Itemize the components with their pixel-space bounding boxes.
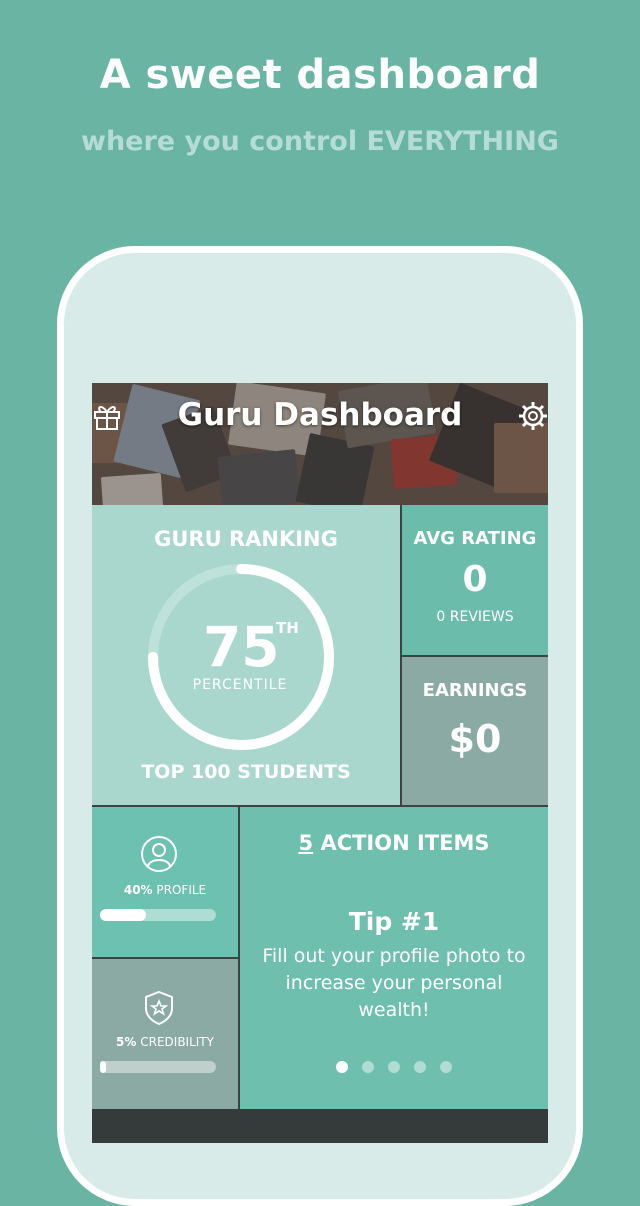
profile-progress-fill <box>100 909 147 921</box>
page-dot[interactable] <box>440 1061 452 1073</box>
action-items-tile[interactable]: 5 ACTION ITEMS Tip #1 Fill out your prof… <box>240 807 548 1109</box>
app-screen: Guru Dashboard GURU RANKING 75 TH PERCEN… <box>92 383 548 1143</box>
credibility-progress-fill <box>100 1061 106 1073</box>
profile-tile[interactable]: 40% PROFILE <box>92 807 240 959</box>
page-dot[interactable] <box>336 1061 348 1073</box>
credibility-label: 5% CREDIBILITY <box>92 1035 238 1049</box>
ranking-value: 75 <box>203 615 280 679</box>
page-dot[interactable] <box>388 1061 400 1073</box>
person-icon <box>141 836 177 872</box>
tip-title: Tip #1 <box>348 907 440 936</box>
profile-label: 40% PROFILE <box>92 883 238 897</box>
page-dot[interactable] <box>362 1061 374 1073</box>
dashboard-title: Guru Dashboard <box>177 397 463 433</box>
credibility-percent: 5% <box>116 1035 137 1049</box>
earnings-value: $0 <box>448 717 502 761</box>
ranking-title: GURU RANKING <box>154 527 338 551</box>
action-items-label: ACTION ITEMS <box>320 831 490 855</box>
credibility-progress-bar <box>100 1061 216 1073</box>
profile-percent: 40% <box>123 883 153 897</box>
ranking-footer: TOP 100 STUDENTS <box>141 761 351 783</box>
promo-headline: A sweet dashboard <box>99 52 541 98</box>
action-items-title: 5 ACTION ITEMS <box>240 831 548 855</box>
ranking-suffix: TH <box>276 619 299 637</box>
promo-subline: where you control EVERYTHING <box>81 126 559 157</box>
action-items-count[interactable]: 5 <box>299 831 314 855</box>
avg-rating-reviews: 0 REVIEWS <box>436 609 514 625</box>
dashboard-header: Guru Dashboard <box>92 383 548 505</box>
avg-rating-value: 0 <box>462 559 488 600</box>
guru-ranking-tile[interactable]: GURU RANKING 75 TH PERCENTILE TOP 100 ST… <box>92 505 402 807</box>
credibility-tile[interactable]: 5% CREDIBILITY <box>92 959 240 1109</box>
earnings-tile[interactable]: EARNINGS $0 <box>402 657 548 807</box>
bottom-bar <box>92 1109 548 1143</box>
ranking-unit: PERCENTILE <box>192 677 288 693</box>
earnings-title: EARNINGS <box>422 680 528 701</box>
avg-rating-title: AVG RATING <box>413 528 537 549</box>
credibility-text: CREDIBILITY <box>140 1035 214 1049</box>
profile-progress-bar <box>100 909 216 921</box>
avg-rating-tile[interactable]: AVG RATING 0 0 REVIEWS <box>402 505 548 657</box>
shield-star-icon <box>145 990 173 1026</box>
tip-body: Fill out your profile photo to increase … <box>262 945 526 1021</box>
page-indicator[interactable] <box>240 1061 548 1073</box>
profile-text: PROFILE <box>156 883 207 897</box>
page-dot[interactable] <box>414 1061 426 1073</box>
